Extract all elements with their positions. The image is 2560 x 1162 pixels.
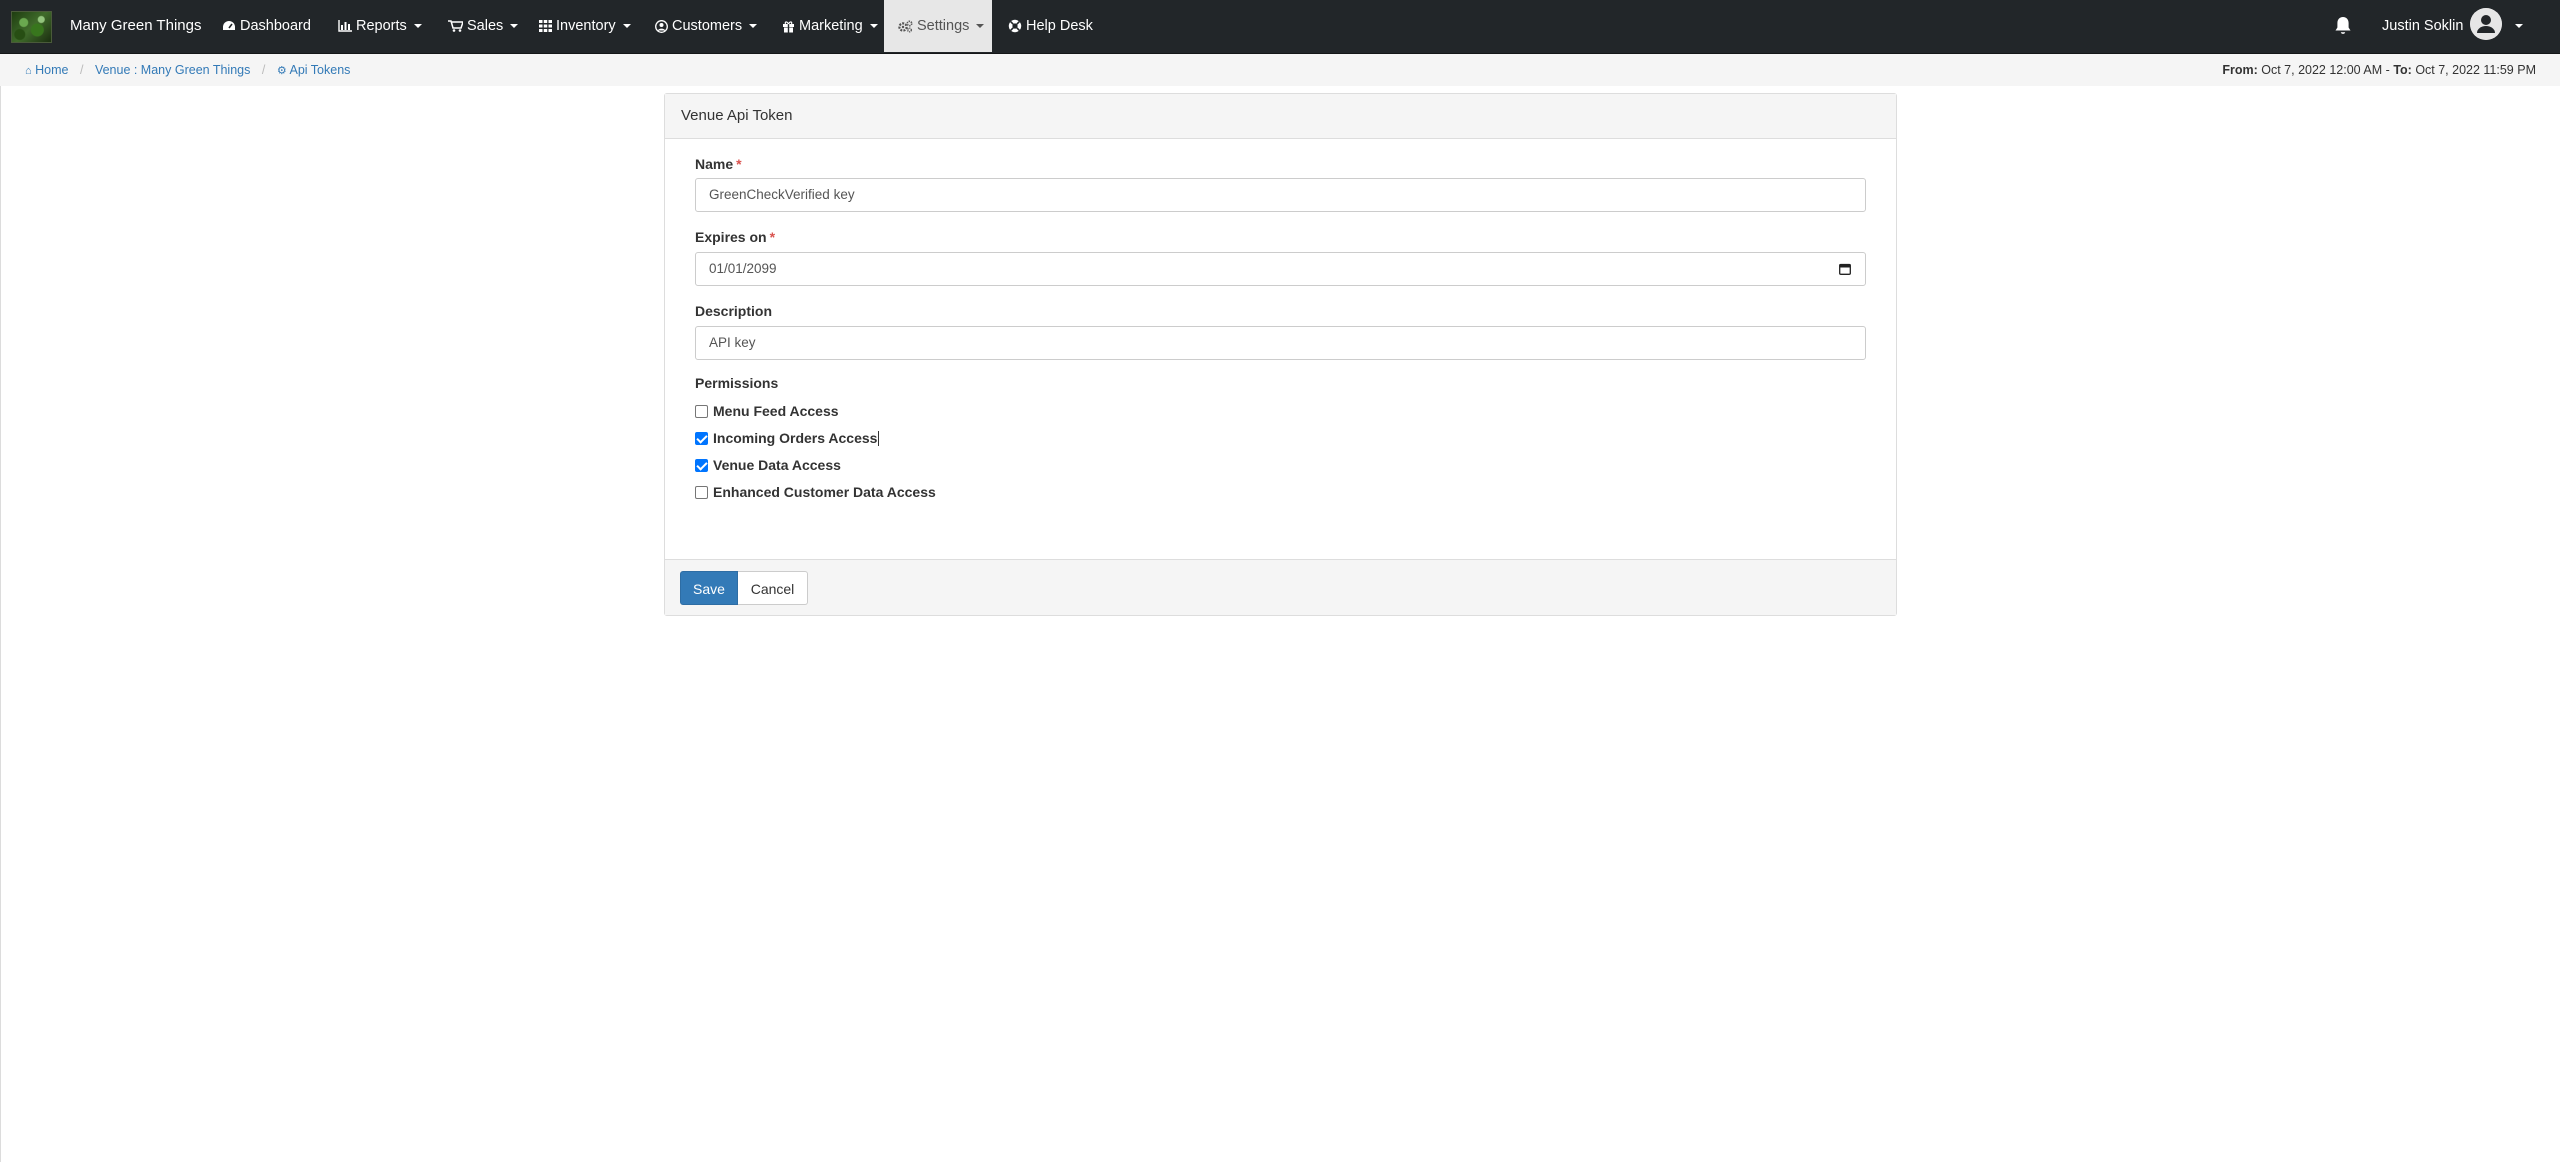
panel-title: Venue Api Token — [665, 94, 1896, 139]
date-from-value: Oct 7, 2022 12:00 AM — [2261, 63, 2383, 77]
bell-icon[interactable] — [2333, 15, 2353, 37]
checkbox-incoming-orders[interactable] — [695, 431, 708, 445]
nav-marketing-label: Marketing — [799, 18, 863, 34]
nav-reports-label: Reports — [356, 18, 407, 34]
chevron-down-icon — [869, 24, 878, 28]
gear-icon: ⚙ — [276, 65, 287, 77]
description-input[interactable]: API key — [695, 326, 1866, 360]
user-menu-chevron-icon[interactable] — [2515, 24, 2523, 28]
checkbox-menu-feed[interactable] — [695, 404, 708, 418]
nav-settings-label: Settings — [917, 18, 970, 34]
top-navbar: Many Green Things Dashboard Reports Sale… — [0, 0, 2560, 54]
nav-sales-label: Sales — [467, 18, 504, 34]
description-label: Description — [695, 303, 772, 319]
permission-label: Venue Data Access — [713, 457, 841, 473]
nav-help-desk[interactable]: Help Desk — [1008, 0, 1093, 52]
api-token-panel: Venue Api Token Name * GreenCheckVerified… — [664, 93, 1897, 616]
date-range[interactable]: From: Oct 7, 2022 12:00 AM - To: Oct 7, … — [2222, 54, 2536, 86]
text-cursor — [878, 430, 880, 446]
name-input[interactable]: GreenCheckVerified key — [695, 178, 1866, 212]
save-button[interactable]: Save — [680, 571, 738, 605]
cart-icon — [448, 20, 463, 32]
chevron-down-icon — [510, 24, 519, 28]
brand-name[interactable]: Many Green Things — [70, 0, 201, 52]
checkbox-venue-data[interactable] — [695, 458, 708, 472]
avatar[interactable] — [2470, 8, 2502, 40]
breadcrumb-venue[interactable]: Venue : Many Green Things — [95, 63, 250, 77]
breadcrumb-home-label: Home — [35, 63, 69, 77]
dashboard-icon — [223, 21, 235, 30]
chevron-down-icon — [749, 24, 758, 28]
breadcrumb: ⌂ Home / Venue : Many Green Things / ⚙ A… — [25, 54, 350, 86]
permission-menu-feed[interactable]: Menu Feed Access — [695, 401, 839, 421]
user-avatar-icon — [2470, 8, 2502, 40]
user-name[interactable]: Justin Soklin — [2382, 0, 2463, 52]
lifebuoy-icon — [1008, 19, 1022, 33]
permission-incoming-orders[interactable]: Incoming Orders Access — [695, 428, 880, 448]
name-label: Name * — [695, 156, 742, 172]
breadcrumb-home[interactable]: ⌂ Home — [25, 63, 72, 77]
chevron-down-icon — [413, 24, 422, 28]
breadcrumb-bar: ⌂ Home / Venue : Many Green Things / ⚙ A… — [0, 54, 2560, 86]
cancel-button[interactable]: Cancel — [738, 571, 808, 605]
name-input-value: GreenCheckVerified key — [709, 187, 855, 202]
user-circle-icon — [655, 19, 668, 33]
breadcrumb-separator: / — [261, 63, 266, 77]
permission-label: Incoming Orders Access — [713, 430, 878, 446]
breadcrumb-api-tokens[interactable]: ⚙ Api Tokens — [277, 63, 351, 77]
name-label-text: Name — [695, 156, 734, 172]
brand-logo[interactable] — [11, 11, 52, 43]
grid-icon — [539, 20, 552, 32]
expires-input-value: 01/01/2099 — [709, 261, 777, 276]
expires-date-input[interactable]: 01/01/2099 — [695, 252, 1866, 286]
required-marker: * — [769, 229, 776, 245]
date-range-separator: - — [2385, 63, 2390, 77]
nav-customers-label: Customers — [672, 18, 743, 34]
required-marker: * — [736, 156, 742, 172]
nav-settings[interactable]: Settings — [884, 0, 992, 52]
date-from-label: From: — [2222, 63, 2258, 77]
page-left-border — [0, 86, 1, 1162]
permission-label: Menu Feed Access — [713, 403, 839, 419]
bar-chart-icon — [338, 20, 352, 32]
nav-sales[interactable]: Sales — [448, 0, 519, 52]
nav-customers[interactable]: Customers — [655, 0, 758, 52]
nav-reports[interactable]: Reports — [338, 0, 422, 52]
permission-venue-data[interactable]: Venue Data Access — [695, 455, 841, 475]
expires-label-text: Expires on — [695, 229, 767, 245]
permission-enhanced-customer-data[interactable]: Enhanced Customer Data Access — [695, 482, 936, 502]
gift-icon — [783, 20, 794, 32]
description-input-value: API key — [709, 335, 756, 350]
nav-marketing[interactable]: Marketing — [782, 0, 878, 52]
nav-inventory-label: Inventory — [556, 18, 616, 34]
breadcrumb-separator: / — [79, 63, 84, 77]
permissions-label: Permissions — [695, 375, 779, 391]
description-label-text: Description — [695, 303, 773, 319]
date-to-value: Oct 7, 2022 11:59 PM — [2415, 63, 2536, 77]
nav-inventory[interactable]: Inventory — [539, 0, 631, 52]
chevron-down-icon — [976, 24, 985, 28]
home-icon: ⌂ — [25, 65, 32, 77]
nav-help-desk-label: Help Desk — [1026, 18, 1093, 34]
date-to-label: To: — [2393, 63, 2412, 77]
panel-footer: Save Cancel — [665, 559, 1896, 615]
calendar-icon[interactable] — [1839, 263, 1851, 275]
expires-label: Expires on * — [695, 229, 775, 245]
chevron-down-icon — [622, 24, 631, 28]
nav-dashboard-label: Dashboard — [240, 18, 311, 34]
breadcrumb-api-tokens-label: Api Tokens — [289, 63, 351, 77]
checkbox-enhanced-customer-data[interactable] — [695, 485, 708, 499]
gears-icon — [898, 19, 913, 32]
nav-dashboard[interactable]: Dashboard — [222, 0, 311, 52]
permission-label: Enhanced Customer Data Access — [713, 484, 936, 500]
